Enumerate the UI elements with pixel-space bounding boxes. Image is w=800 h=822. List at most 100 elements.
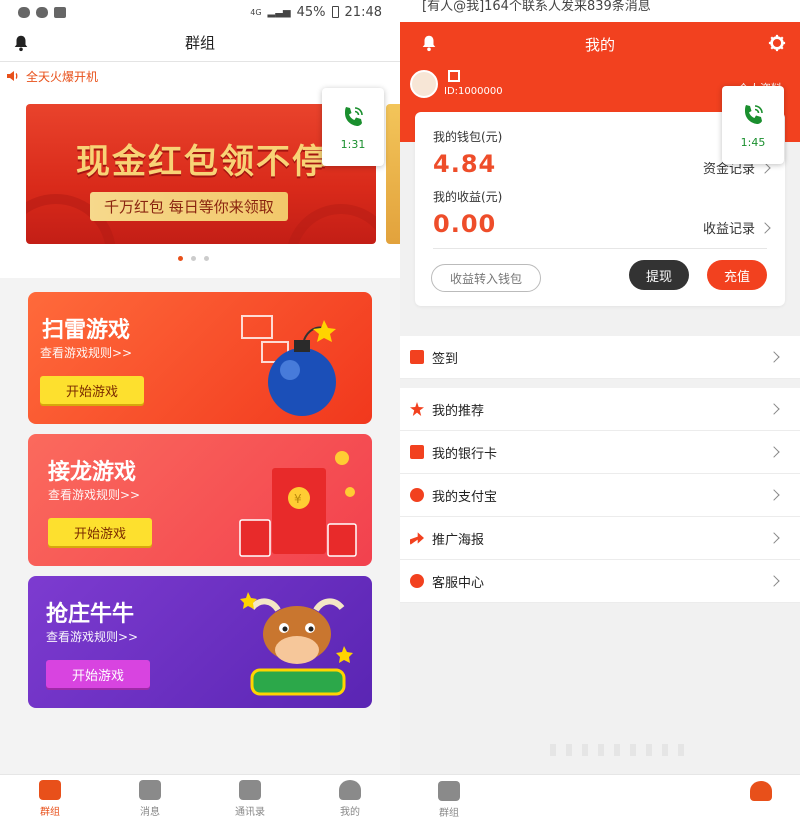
network-label: 4G <box>250 7 262 17</box>
page-title: 我的 <box>584 36 615 54</box>
chevron-right-icon <box>768 532 780 544</box>
page-title: 群组 <box>184 34 215 52</box>
start-game-button[interactable]: 开始游戏 <box>40 376 144 404</box>
game-card-solitaire[interactable]: 接龙游戏 查看游戏规则>> 开始游戏 ¥ <box>28 434 372 566</box>
menu-group-checkin: 签到 <box>400 336 800 379</box>
banner-next-slide[interactable] <box>386 104 400 244</box>
faded-decoration <box>550 744 690 756</box>
status-app-icons <box>18 6 66 18</box>
earnings-records-label: 收益记录 <box>702 222 755 237</box>
tab-label: 群组 <box>439 808 459 819</box>
checkin-icon <box>410 350 424 364</box>
banner-decoration <box>286 204 376 244</box>
divider <box>433 248 767 249</box>
red-envelope-illustration: ¥ <box>239 451 357 557</box>
tab-label: 群组 <box>40 806 60 818</box>
start-game-button[interactable]: 开始游戏 <box>48 518 152 546</box>
svg-text:¥: ¥ <box>294 492 302 506</box>
carousel-indicator <box>178 256 209 261</box>
menu-item-label: 我的推荐 <box>432 403 485 419</box>
battery-icon <box>331 6 339 18</box>
chevron-right-icon <box>768 489 780 501</box>
earnings-balance: 0.00 <box>433 210 497 238</box>
user-id: ID:1000000 <box>444 86 503 97</box>
announcement-text: 全天火爆开机 <box>26 69 99 84</box>
bottom-tab-bar: 群组 消息 通讯录 我的 <box>0 774 400 822</box>
earnings-label: 我的收益(元) <box>433 190 503 204</box>
menu-item-label: 签到 <box>432 351 459 367</box>
wallet-label: 我的钱包(元) <box>433 130 503 144</box>
menu-item-poster[interactable]: 推广海报 <box>400 517 800 560</box>
message-icon <box>139 779 161 800</box>
call-float-widget[interactable]: 1:31 <box>322 88 384 166</box>
message-notification[interactable]: [有人@我]164个联系人发来839条消息 <box>400 0 800 22</box>
chat-icon <box>410 574 424 588</box>
bottom-tab-bar: 群组 <box>400 774 800 822</box>
tab-me[interactable]: 我的 <box>300 775 400 822</box>
tab-groups[interactable]: 群组 <box>438 781 460 819</box>
game-rules-link[interactable]: 查看游戏规则>> <box>40 344 132 361</box>
tab-groups[interactable]: 群组 <box>0 775 100 822</box>
wallet-balance: 4.84 <box>433 150 497 178</box>
share-icon <box>410 532 424 545</box>
tab-label: 通讯录 <box>235 806 265 818</box>
chevron-right-icon <box>768 446 780 458</box>
game-title: 接龙游戏 <box>48 460 137 485</box>
group-screen: 4G ▂▃▅ 45% 21:48 群组 全天火爆开机 现金红包领不停 千万红包 … <box>0 0 400 822</box>
avatar[interactable] <box>410 70 438 98</box>
phone-call-icon <box>745 104 763 124</box>
wechat-icon <box>18 6 30 18</box>
call-float-widget[interactable]: 1:45 <box>722 86 784 164</box>
game-rules-link[interactable]: 查看游戏规则>> <box>46 628 138 645</box>
game-title: 抢庄牛牛 <box>46 602 135 627</box>
gear-icon[interactable] <box>768 34 786 52</box>
tab-label: 消息 <box>140 806 160 818</box>
carousel-dot[interactable] <box>178 256 183 261</box>
user-icon <box>750 781 772 801</box>
earnings-records-link[interactable]: 收益记录 <box>702 218 771 237</box>
call-timer: 1:31 <box>340 137 366 151</box>
star-icon <box>410 402 424 416</box>
photo-icon <box>54 6 66 18</box>
bell-icon[interactable] <box>12 34 30 52</box>
menu-item-referrals[interactable]: 我的推荐 <box>400 388 800 431</box>
battery-percent: 45% <box>296 4 326 20</box>
start-game-button[interactable]: 开始游戏 <box>46 660 150 688</box>
chevron-right-icon <box>768 351 780 363</box>
profile-screen: [有人@我]164个联系人发来839条消息 我的 ID:1000000 个人资料… <box>400 0 800 822</box>
speaker-icon <box>7 71 18 81</box>
withdraw-button[interactable]: 提现 <box>629 260 689 290</box>
announcement-bar[interactable]: 全天火爆开机 <box>0 62 400 90</box>
menu-item-alipay[interactable]: 我的支付宝 <box>400 474 800 517</box>
banner-title: 现金红包领不停 <box>76 142 328 182</box>
menu-item-support[interactable]: 客服中心 <box>400 560 800 603</box>
menu-item-label: 客服中心 <box>432 575 485 591</box>
chevron-right-icon <box>768 575 780 587</box>
phone-call-icon <box>345 106 363 126</box>
game-rules-link[interactable]: 查看游戏规则>> <box>48 486 140 503</box>
status-bar: 4G ▂▃▅ 45% 21:48 <box>0 0 400 24</box>
game-card-minesweeper[interactable]: 扫雷游戏 查看游戏规则>> 开始游戏 <box>28 292 372 424</box>
bomb-illustration <box>241 315 336 416</box>
transfer-to-wallet-button[interactable]: 收益转入钱包 <box>431 264 541 292</box>
chevron-right-icon <box>768 403 780 415</box>
menu-item-label: 推广海报 <box>432 532 485 548</box>
wechat-icon <box>36 6 48 18</box>
qr-code-icon[interactable] <box>448 70 460 82</box>
carousel-dot[interactable] <box>191 256 196 261</box>
alipay-icon <box>410 488 424 502</box>
app-screens: 4G ▂▃▅ 45% 21:48 群组 全天火爆开机 现金红包领不停 千万红包 … <box>0 0 800 822</box>
menu-item-bank-card[interactable]: 我的银行卡 <box>400 431 800 474</box>
game-card-bullfight[interactable]: 抢庄牛牛 查看游戏规则>> 开始游戏 <box>28 576 372 708</box>
banner-subtitle: 千万红包 每日等你来领取 <box>90 192 288 221</box>
game-title: 扫雷游戏 <box>42 318 131 343</box>
tab-me[interactable] <box>750 781 772 801</box>
clock: 21:48 <box>344 4 382 20</box>
tab-contacts[interactable]: 通讯录 <box>200 775 300 822</box>
tab-messages[interactable]: 消息 <box>100 775 200 822</box>
recharge-button[interactable]: 充值 <box>707 260 767 290</box>
menu-item-checkin[interactable]: 签到 <box>400 336 800 379</box>
title-bar: 群组 <box>0 24 400 62</box>
carousel-dot[interactable] <box>204 256 209 261</box>
menu-item-label: 我的支付宝 <box>432 489 498 505</box>
